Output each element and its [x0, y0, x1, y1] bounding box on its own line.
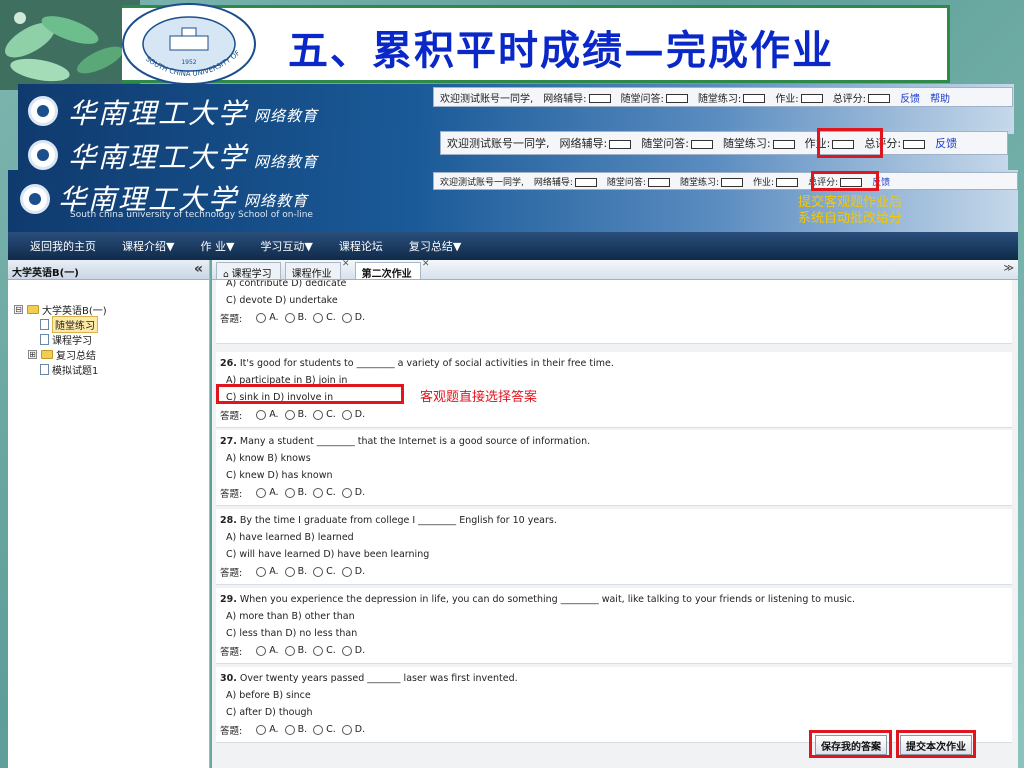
logo-cn: 华南理工大学: [68, 97, 249, 130]
document-icon: [40, 364, 49, 375]
radio-a[interactable]: [256, 645, 267, 656]
radio-b[interactable]: [284, 645, 295, 656]
collapse-tree-icon[interactable]: ⊟: [14, 305, 23, 314]
logo-suffix: 网络教育: [254, 107, 319, 125]
radio-d[interactable]: [341, 487, 352, 498]
course-tree: ⊟ 大学英语B(一) 随堂练习 课程学习 ⊞ 复习总结 模拟试题1: [8, 280, 209, 377]
tab-course-study[interactable]: ⌂ 课程学习: [216, 262, 281, 280]
folder-icon: [27, 305, 39, 314]
status-bar-2: 欢迎测试账号一同学, 网络辅导: 随堂问答: 随堂练习: 作业: 总评分: 反馈: [440, 131, 1008, 155]
save-highlight-frame: [809, 730, 892, 758]
school-emblem-icon: [28, 140, 58, 170]
tree-item-course-study[interactable]: 课程学习: [14, 332, 209, 347]
expand-tree-icon[interactable]: ⊞: [28, 350, 37, 359]
radio-c[interactable]: [313, 487, 324, 498]
radio-c[interactable]: [313, 724, 324, 735]
radio-a[interactable]: [256, 409, 267, 420]
feedback-link[interactable]: 反馈: [935, 135, 957, 151]
university-seal-icon: 1952 SOUTH CHINA UNIVERSITY OF TECHNOLOG…: [120, 2, 256, 85]
radio-d[interactable]: [341, 724, 352, 735]
close-icon[interactable]: ✕: [342, 259, 350, 269]
answer-row: 答题: A. B. C. D.: [220, 409, 366, 422]
radio-b[interactable]: [284, 312, 295, 323]
document-icon: [40, 319, 49, 330]
radio-b[interactable]: [284, 566, 295, 577]
radio-a[interactable]: [256, 566, 267, 577]
submit-highlight-frame: [896, 730, 976, 758]
radio-d[interactable]: [341, 409, 352, 420]
main-panel: ⌂ 课程学习 课程作业 ✕ 第二次作业 ✕ ≫ A) contribute D) d…: [212, 259, 1018, 768]
course-sidebar: 大学英语B(一) « ⊟ 大学英语B(一) 随堂练习 课程学习 ⊞ 复习总结 模…: [8, 260, 210, 768]
status-bar-1: 欢迎测试账号一同学, 网络辅导: 随堂问答: 随堂练习: 作业: 总评分: 反馈…: [433, 87, 1013, 107]
radio-d[interactable]: [341, 645, 352, 656]
status-bar-main: 欢迎测试账号一同学, 网络辅导: 随堂问答: 随堂练习: 作业: 总评分: 反馈: [433, 172, 1018, 190]
homework-highlight-frame: [817, 128, 883, 158]
question-block: 28. By the time I graduate from college …: [216, 509, 1012, 585]
answer-row: 答题: A. B. C. D.: [220, 312, 366, 325]
logo-en: South china university of technology Sch…: [70, 210, 313, 220]
question-block: 30. Over twenty years passed _______ las…: [216, 667, 1012, 743]
nav-home[interactable]: 返回我的主页: [30, 238, 96, 254]
question-block: A) contribute D) dedicate C) devote D) u…: [216, 280, 1012, 344]
nav-forum[interactable]: 课程论坛: [339, 238, 383, 254]
radio-c[interactable]: [313, 566, 324, 577]
tree-item-class-practice[interactable]: 随堂练习: [14, 316, 209, 333]
tree-item-course[interactable]: ⊟ 大学英语B(一): [14, 302, 209, 317]
annotation-choice: 客观题直接选择答案: [420, 390, 538, 405]
radio-a[interactable]: [256, 487, 267, 498]
tree-item-mock-exam[interactable]: 模拟试题1: [14, 362, 209, 377]
answer-row: 答题: A. B. C. D.: [220, 487, 366, 500]
home-icon: ⌂: [223, 270, 232, 280]
main-nav: 返回我的主页 课程介绍▼ 作 业▼ 学习互动▼ 课程论坛 复习总结▼: [8, 232, 1018, 260]
answer-row: 答题: A. B. C. D.: [220, 566, 366, 579]
radio-c[interactable]: [313, 645, 324, 656]
sidebar-title: 大学英语B(一): [12, 268, 79, 279]
tree-item-review[interactable]: ⊞ 复习总结: [14, 347, 209, 362]
radio-d[interactable]: [341, 566, 352, 577]
annotation-submit-line2: 系统自动批改给分: [798, 211, 903, 226]
folder-icon: [41, 350, 53, 359]
school-emblem-icon: [28, 96, 58, 126]
homework-content[interactable]: A) contribute D) dedicate C) devote D) u…: [212, 280, 1018, 768]
homework-highlight-frame-main: [811, 171, 879, 191]
feedback-link[interactable]: 反馈: [900, 90, 920, 105]
tab-course-homework[interactable]: 课程作业 ✕: [284, 259, 350, 280]
radio-b[interactable]: [284, 487, 295, 498]
tab-menu-icon[interactable]: ≫: [1004, 263, 1014, 274]
nav-review[interactable]: 复习总结▼: [409, 238, 461, 254]
svg-text:1952: 1952: [181, 59, 196, 66]
question-block: 27. Many a student ________ that the Int…: [216, 430, 1012, 506]
radio-b[interactable]: [284, 409, 295, 420]
radio-b[interactable]: [284, 724, 295, 735]
floral-decoration: [0, 0, 140, 90]
school-emblem-icon: [20, 184, 50, 214]
welcome-text: 欢迎测试账号一同学,: [440, 93, 534, 105]
radio-a[interactable]: [256, 312, 267, 323]
nav-course-intro[interactable]: 课程介绍▼: [122, 238, 174, 254]
radio-c[interactable]: [313, 409, 324, 420]
document-icon: [40, 334, 49, 345]
question-block: 29. When you experience the depression i…: [216, 588, 1012, 664]
nav-interaction[interactable]: 学习互动▼: [260, 238, 312, 254]
collapse-icon[interactable]: «: [194, 261, 203, 277]
close-icon[interactable]: ✕: [422, 259, 430, 269]
help-link[interactable]: 帮助: [930, 90, 950, 105]
tab-second-homework[interactable]: 第二次作业 ✕: [354, 259, 430, 280]
tab-bar: ⌂ 课程学习 课程作业 ✕ 第二次作业 ✕ ≫: [212, 259, 1018, 280]
slide-title: 五、累积平时成绩—完成作业: [288, 27, 834, 74]
answer-row: 答题: A. B. C. D.: [220, 645, 366, 658]
radio-c[interactable]: [313, 312, 324, 323]
nav-homework[interactable]: 作 业▼: [200, 238, 234, 254]
answer-highlight-frame: [216, 384, 404, 404]
radio-a[interactable]: [256, 724, 267, 735]
radio-d[interactable]: [341, 312, 352, 323]
annotation-submit-line1: 提交客观题作业后: [798, 195, 903, 210]
homework-score[interactable]: 作业:: [753, 175, 799, 188]
